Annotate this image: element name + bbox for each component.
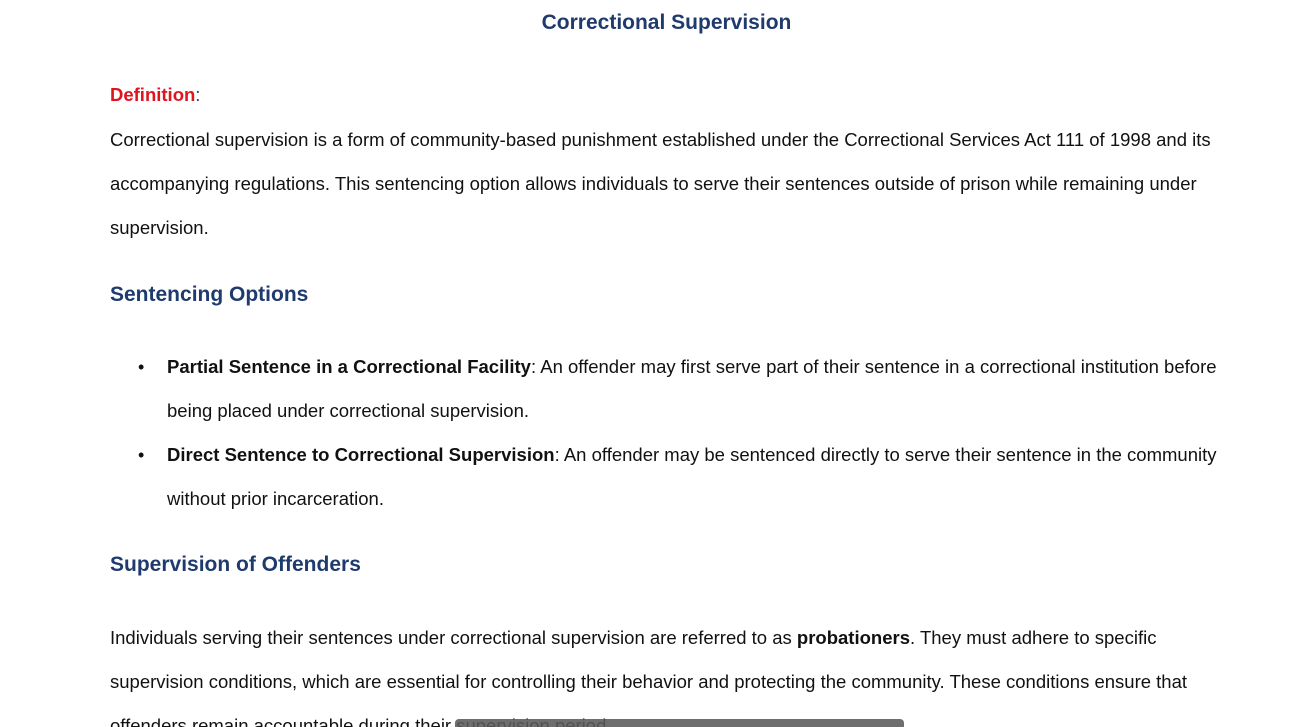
list-item-term: Partial Sentence in a Correctional Facil… bbox=[167, 356, 531, 377]
document-page: Correctional Supervision Definition: Cor… bbox=[0, 0, 1308, 727]
sentencing-options-list: • Partial Sentence in a Correctional Faci… bbox=[138, 345, 1227, 521]
list-item: • Partial Sentence in a Correctional Faci… bbox=[138, 345, 1227, 433]
definition-label: Definition bbox=[110, 84, 196, 105]
definition-heading: Definition: bbox=[110, 84, 200, 106]
bullet-icon: • bbox=[138, 445, 145, 465]
definition-colon: : bbox=[195, 84, 201, 105]
sentencing-options-heading: Sentencing Options bbox=[110, 283, 309, 306]
supervision-text-before: Individuals serving their sentences unde… bbox=[110, 627, 797, 648]
list-item-term: Direct Sentence to Correctional Supervis… bbox=[167, 444, 555, 465]
bullet-icon: • bbox=[138, 357, 145, 377]
document-title: Correctional Supervision bbox=[541, 11, 792, 34]
supervision-of-offenders-heading: Supervision of Offenders bbox=[110, 553, 361, 576]
page-toolbar-overlay[interactable] bbox=[455, 719, 904, 727]
supervision-paragraph: Individuals serving their sentences unde… bbox=[110, 616, 1220, 727]
definition-paragraph: Correctional supervision is a form of co… bbox=[110, 129, 1211, 238]
probationers-term: probationers bbox=[796, 627, 910, 648]
list-item: • Direct Sentence to Correctional Supervi… bbox=[138, 433, 1227, 521]
